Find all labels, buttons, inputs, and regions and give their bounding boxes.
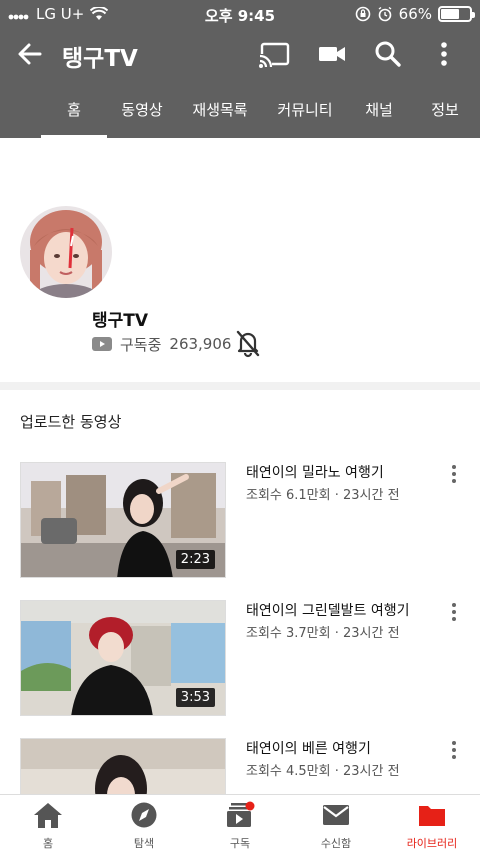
uploads-section-title: 업로드한 동영상 (20, 413, 122, 431)
cast-icon[interactable] (258, 38, 290, 70)
video-meta: 조회수 4.5만회 · 23시간 전 (246, 764, 400, 779)
video-camera-icon[interactable] (316, 38, 348, 70)
search-icon[interactable] (372, 38, 404, 70)
bottom-nav: 홈 탐색 구독 수신함 라이브러리 (0, 794, 480, 854)
alarm-icon (378, 6, 392, 22)
avatar-image (20, 206, 112, 298)
nav-label: 라이브러리 (406, 837, 458, 850)
rotation-lock-icon (355, 6, 370, 22)
nav-subscriptions[interactable]: 구독 (192, 795, 288, 854)
nav-explore[interactable]: 탐색 (96, 795, 192, 854)
section-divider (0, 382, 480, 390)
subscription-status: 구독중 263,906 (92, 332, 231, 356)
tab-home[interactable]: 홈 (41, 80, 107, 138)
video-duration: 3:53 (175, 688, 215, 707)
video-title[interactable]: 태연이의 베른 여행기 (246, 738, 371, 758)
video-item[interactable]: 2:23 태연이의 밀라노 여행기 조회수 6.1만회 · 23시간 전 (0, 462, 480, 582)
nav-library[interactable]: 라이브러리 (384, 795, 480, 854)
subscriptions-icon (227, 801, 255, 827)
more-vert-icon[interactable] (446, 600, 462, 624)
tab-about[interactable]: 정보 (420, 80, 470, 138)
video-meta: 조회수 3.7만회 · 23시간 전 (246, 626, 400, 641)
battery-icon (438, 6, 475, 22)
video-title[interactable]: 태연이의 밀라노 여행기 (246, 462, 384, 482)
notifications-off-icon[interactable] (234, 328, 262, 358)
compass-icon (131, 802, 157, 828)
tab-channels[interactable]: 채널 (354, 80, 404, 138)
more-vert-icon[interactable] (446, 738, 462, 762)
more-vert-icon[interactable] (428, 38, 460, 70)
tab-community[interactable]: 커뮤니티 (268, 80, 342, 138)
app-bar: 탱구TV (0, 28, 480, 80)
nav-label: 구독 (229, 837, 251, 850)
video-meta: 조회수 6.1만회 · 23시간 전 (246, 488, 400, 503)
youtube-icon (92, 337, 112, 351)
video-thumbnail[interactable]: 2:23 (20, 462, 226, 578)
subscriber-count: 263,906 (169, 335, 232, 353)
channel-tabs: 홈 동영상 재생목록 커뮤니티 채널 정보 (0, 80, 480, 138)
subscribed-label: 구독중 (120, 335, 162, 354)
nav-label: 탐색 (133, 837, 155, 850)
tab-playlists[interactable]: 재생목록 (186, 80, 254, 138)
video-title[interactable]: 태연이의 그린델발트 여행기 (246, 600, 409, 620)
video-item[interactable]: 3:53 태연이의 그린델발트 여행기 조회수 3.7만회 · 23시간 전 (0, 600, 480, 720)
video-duration: 2:23 (175, 550, 215, 569)
nav-home[interactable]: 홈 (0, 795, 96, 854)
nav-label: 수신함 (320, 837, 352, 850)
nav-inbox[interactable]: 수신함 (288, 795, 384, 854)
inbox-icon (323, 805, 349, 825)
library-icon (419, 806, 445, 826)
video-thumbnail[interactable]: 3:53 (20, 600, 226, 716)
page-title: 탱구TV (62, 46, 138, 72)
back-arrow-icon[interactable] (14, 38, 46, 70)
more-vert-icon[interactable] (446, 462, 462, 486)
battery-fill (441, 9, 459, 19)
channel-name: 탱구TV (92, 311, 149, 331)
status-bar: LG U+ 오후 9:45 66% (0, 0, 480, 28)
battery-percent: 66% (398, 5, 432, 23)
channel-header: 탱구TV 구독중 263,906 (0, 138, 480, 382)
home-icon (34, 803, 62, 828)
avatar[interactable] (20, 206, 112, 298)
tab-videos[interactable]: 동영상 (112, 80, 172, 138)
nav-label: 홈 (42, 837, 54, 850)
status-right: 66% (355, 5, 475, 23)
